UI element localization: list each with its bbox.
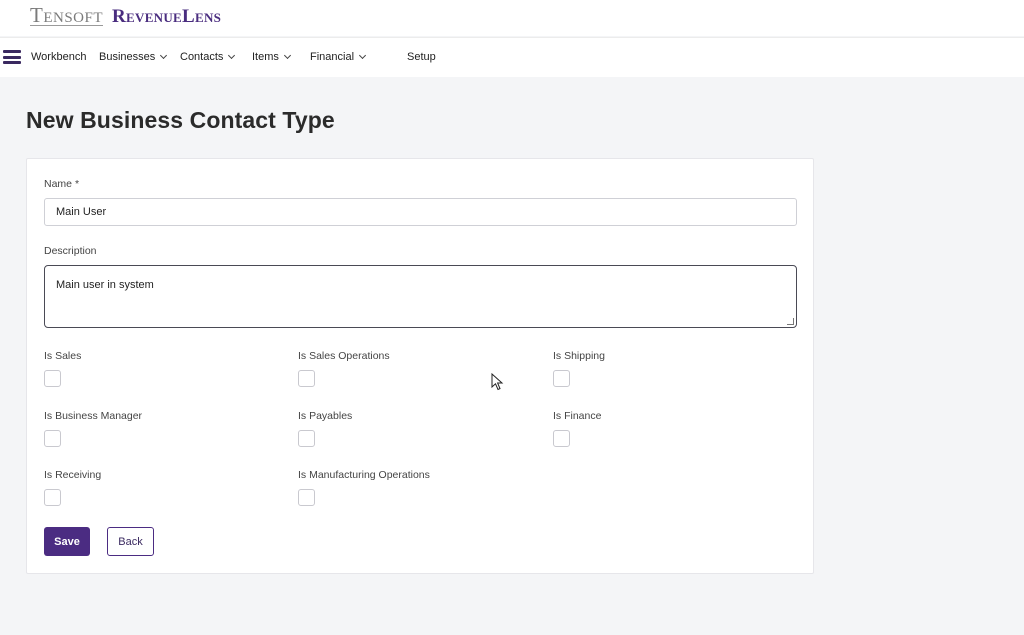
description-field-label: Description [44,245,97,257]
nav-setup[interactable]: Setup [407,51,436,63]
nav-items-label: Items [252,51,279,63]
is-receiving-label: Is Receiving [44,469,102,481]
name-label-text: Name [44,178,73,190]
resize-handle-icon[interactable] [787,318,794,325]
nav-workbench[interactable]: Workbench [31,51,86,63]
top-header: Tensoft RevenueLens [0,0,1024,36]
nav-workbench-label: Workbench [31,51,87,63]
is-finance-checkbox[interactable] [553,430,570,447]
is-finance-label: Is Finance [553,410,602,422]
form-card: Name* Description Main user in system Is… [26,158,814,574]
main-nav: Workbench Businesses Contacts Items Fina… [0,37,1024,77]
back-button[interactable]: Back [107,527,154,556]
is-sales-checkbox[interactable] [44,370,61,387]
is-sales-operations-checkbox[interactable] [298,370,315,387]
chevron-down-icon [160,51,168,60]
chevron-down-icon [283,51,291,60]
hamburger-menu-icon[interactable] [3,50,21,64]
chevron-down-icon [228,51,236,60]
is-business-manager-checkbox[interactable] [44,430,61,447]
description-textarea[interactable]: Main user in system [44,265,797,328]
save-button[interactable]: Save [44,527,90,556]
is-sales-label: Is Sales [44,350,82,362]
nav-businesses[interactable]: Businesses [99,51,168,63]
logo-company-name: Tensoft [30,3,104,27]
page-title: New Business Contact Type [26,107,335,133]
is-sales-operations-label: Is Sales Operations [298,350,390,362]
is-payables-label: Is Payables [298,410,353,422]
is-shipping-checkbox[interactable] [553,370,570,387]
nav-setup-label: Setup [407,51,436,63]
app-logo[interactable]: Tensoft RevenueLens [30,5,221,29]
nav-contacts[interactable]: Contacts [180,51,236,63]
nav-items[interactable]: Items [252,51,291,63]
nav-businesses-label: Businesses [99,51,156,63]
is-shipping-label: Is Shipping [553,350,605,362]
is-payables-checkbox[interactable] [298,430,315,447]
name-field-label: Name * [44,178,79,190]
is-manufacturing-operations-label: Is Manufacturing Operations [298,469,430,481]
name-input[interactable] [44,198,797,226]
is-business-manager-label: Is Business Manager [44,410,143,422]
chevron-down-icon [358,51,367,60]
nav-financial[interactable]: Financial [310,51,367,63]
mouse-pointer-icon [491,373,504,391]
nav-contacts-label: Contacts [180,51,224,63]
logo-product-name: RevenueLens [112,6,222,27]
required-marker: * [75,178,80,190]
is-manufacturing-operations-checkbox[interactable] [298,489,315,506]
nav-financial-label: Financial [310,51,355,63]
is-receiving-checkbox[interactable] [44,489,61,506]
